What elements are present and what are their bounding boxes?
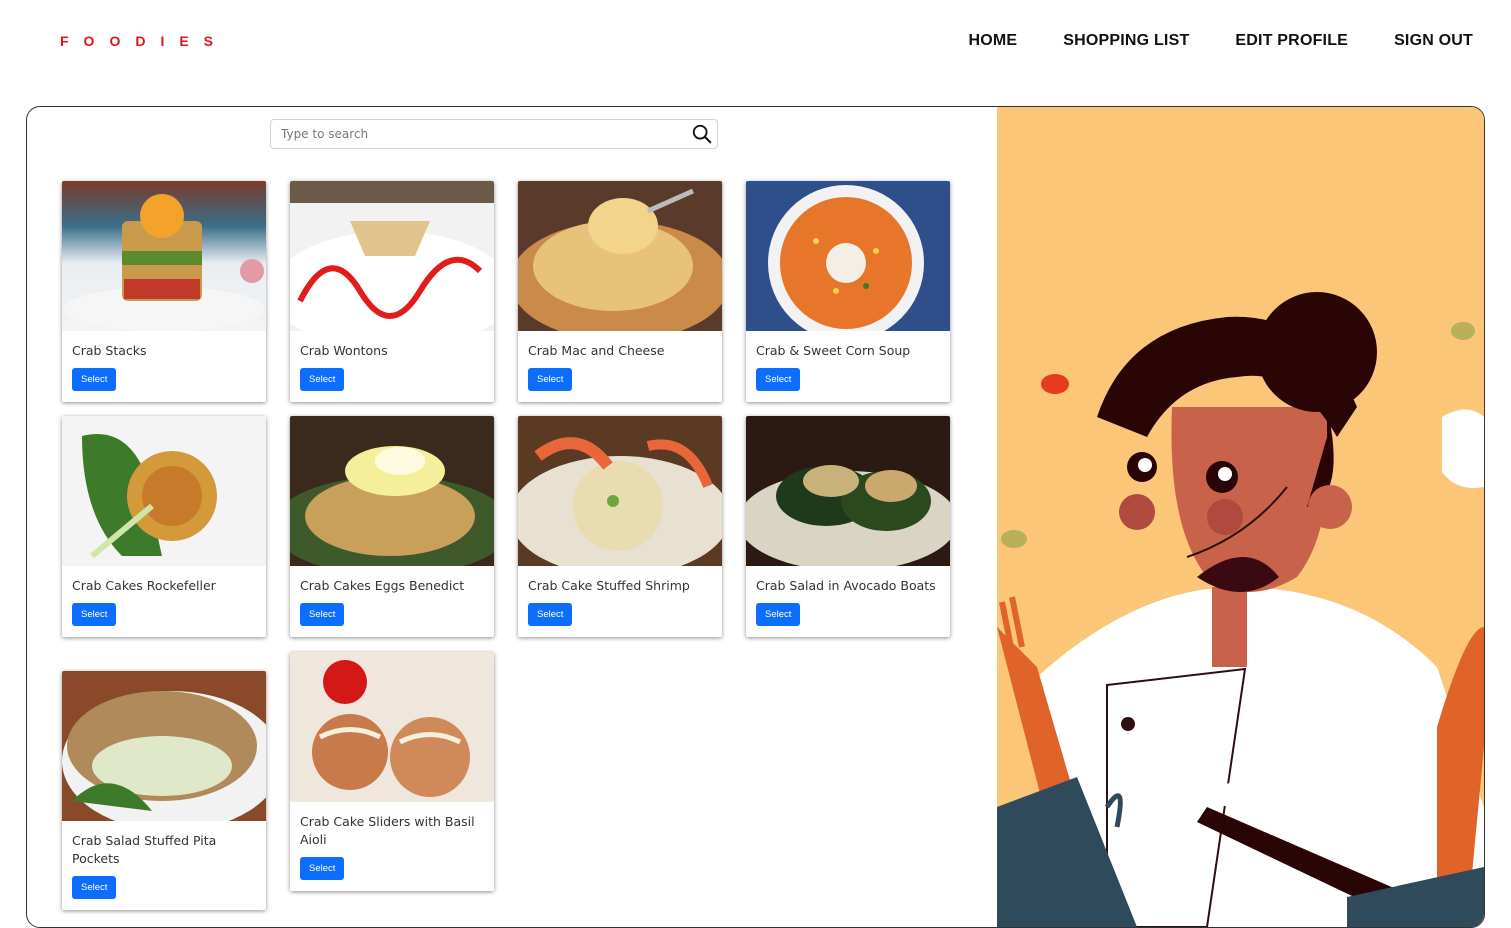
search-bar xyxy=(270,119,718,149)
recipe-title: Crab Stacks xyxy=(72,343,147,358)
recipe-card: Crab Cake Sliders with Basil Aioli Selec… xyxy=(290,652,494,891)
select-button[interactable]: Select xyxy=(756,603,801,626)
search-input[interactable] xyxy=(271,121,691,147)
recipe-card: Crab Cake Stuffed Shrimp Select xyxy=(518,416,722,637)
recipe-title: Crab Cakes Rockefeller xyxy=(72,578,216,593)
recipe-card: Crab Salad Stuffed Pita Pockets Select xyxy=(62,671,266,910)
recipe-title: Crab Cake Stuffed Shrimp xyxy=(528,578,690,593)
recipe-card: Crab Cakes Eggs Benedict Select xyxy=(290,416,494,637)
select-button[interactable]: Select xyxy=(300,603,345,626)
chef-illustration xyxy=(997,107,1484,927)
select-button[interactable]: Select xyxy=(300,368,345,391)
top-nav: HOME SHOPPING LIST EDIT PROFILE SIGN OUT xyxy=(968,32,1473,50)
recipe-image xyxy=(290,652,494,802)
recipe-card: Crab Cakes Rockefeller Select xyxy=(62,416,266,637)
recipe-image xyxy=(62,416,266,566)
nav-edit-profile[interactable]: EDIT PROFILE xyxy=(1235,32,1348,50)
recipe-image xyxy=(746,416,950,566)
recipe-card: Crab Wontons Select xyxy=(290,181,494,402)
nav-shopping-list[interactable]: SHOPPING LIST xyxy=(1063,32,1189,50)
select-button[interactable]: Select xyxy=(528,603,573,626)
main-panel: Crab Stacks Select Crab Wontons Select C… xyxy=(26,106,1485,928)
recipe-title: Crab & Sweet Corn Soup xyxy=(756,343,911,358)
select-button[interactable]: Select xyxy=(72,368,117,391)
recipe-image xyxy=(746,181,950,331)
recipe-title: Crab Cakes Eggs Benedict xyxy=(300,578,465,593)
brand-logo[interactable]: FOODIES xyxy=(60,33,228,49)
recipe-image xyxy=(290,181,494,331)
recipe-image xyxy=(518,416,722,566)
recipe-image xyxy=(62,181,266,331)
nav-home[interactable]: HOME xyxy=(968,32,1017,50)
recipe-title: Crab Salad Stuffed Pita Pockets xyxy=(72,833,217,866)
recipe-image xyxy=(518,181,722,331)
select-button[interactable]: Select xyxy=(72,876,117,899)
search-icon[interactable] xyxy=(691,123,713,145)
recipe-card: Crab Salad in Avocado Boats Select xyxy=(746,416,950,637)
recipe-title: Crab Wontons xyxy=(300,343,388,358)
recipe-card: Crab Mac and Cheese Select xyxy=(518,181,722,402)
select-button[interactable]: Select xyxy=(72,603,117,626)
recipe-card: Crab Stacks Select xyxy=(62,181,266,402)
recipe-image xyxy=(290,416,494,566)
recipe-card: Crab & Sweet Corn Soup Select xyxy=(746,181,950,402)
nav-sign-out[interactable]: SIGN OUT xyxy=(1394,32,1473,50)
recipe-title: Crab Cake Sliders with Basil Aioli xyxy=(300,814,475,847)
recipe-image xyxy=(62,671,266,821)
recipe-title: Crab Salad in Avocado Boats xyxy=(756,578,936,593)
select-button[interactable]: Select xyxy=(756,368,801,391)
recipe-title: Crab Mac and Cheese xyxy=(528,343,665,358)
select-button[interactable]: Select xyxy=(528,368,573,391)
select-button[interactable]: Select xyxy=(300,857,345,880)
